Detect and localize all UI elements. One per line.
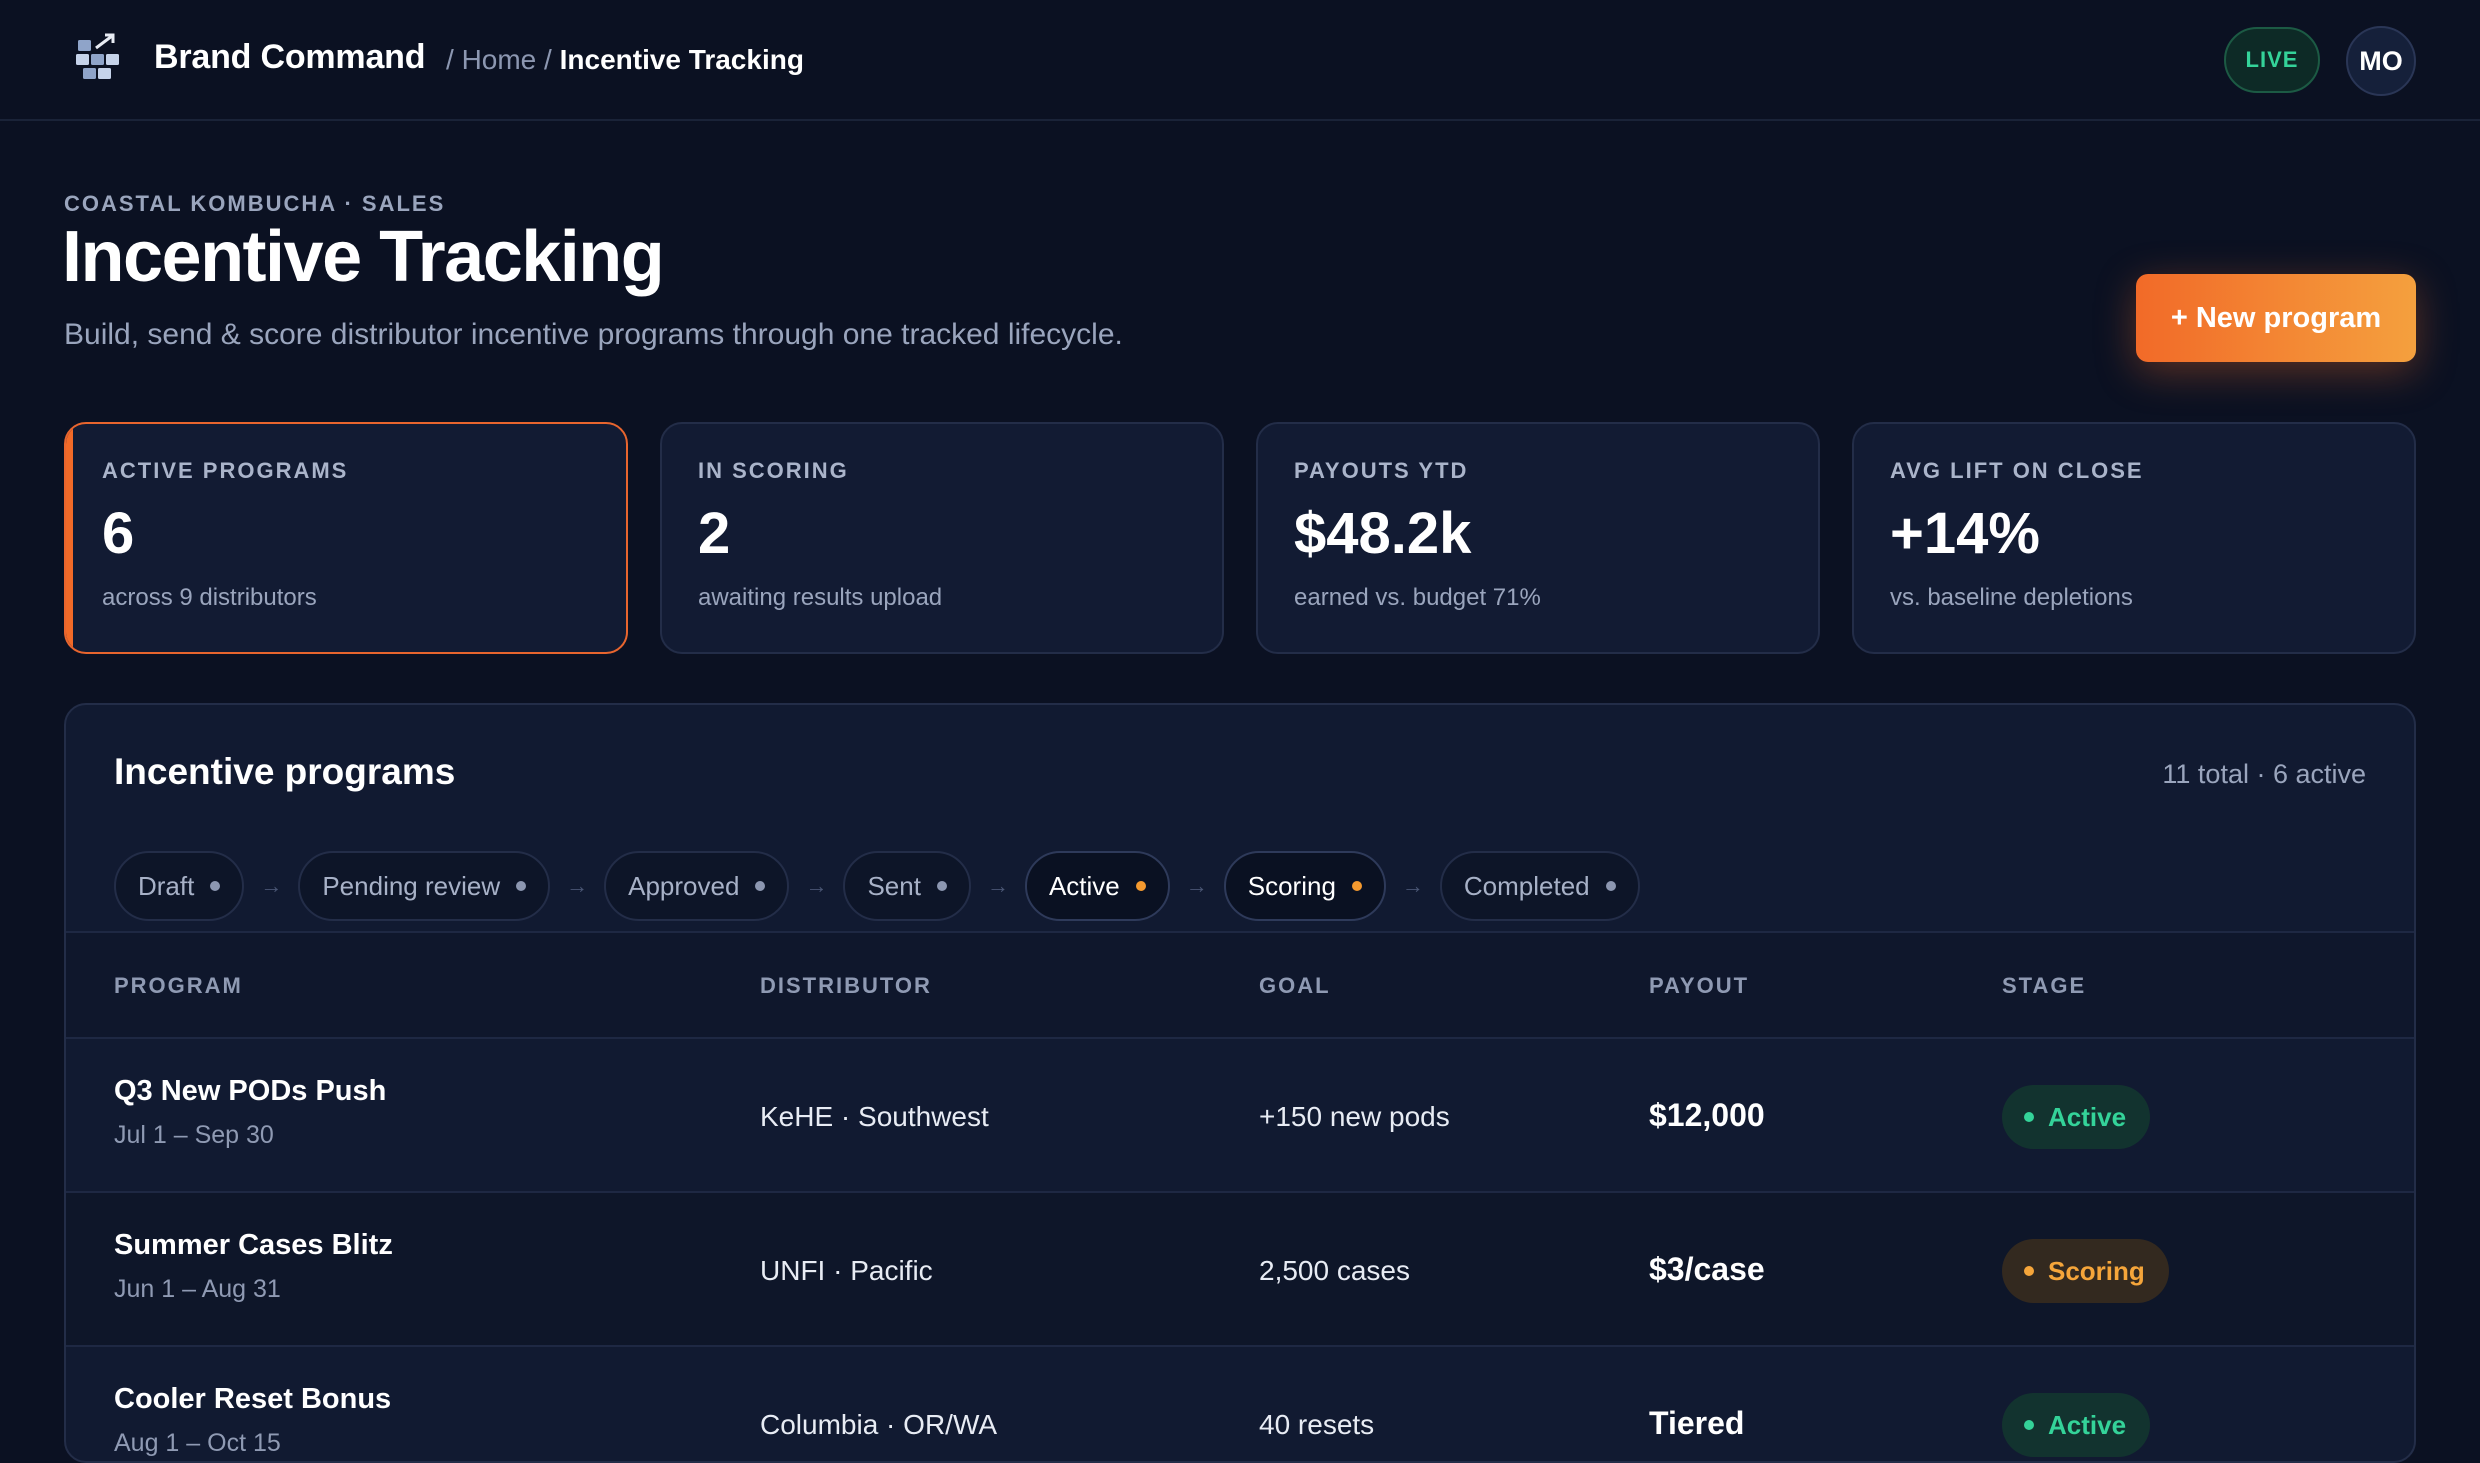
column-header-goal[interactable]: GOAL xyxy=(1259,973,1331,999)
status-dot-icon xyxy=(2024,1266,2034,1276)
column-header-payout[interactable]: PAYOUT xyxy=(1649,973,1749,999)
kpi-value: 6 xyxy=(102,501,135,566)
stage-dot-icon xyxy=(516,881,527,891)
kpi-subtext: vs. baseline depletions xyxy=(1890,584,2133,611)
kpi-subtext: across 9 distributors xyxy=(102,584,317,611)
arrow-right-icon: → xyxy=(260,873,283,898)
table-row[interactable]: Summer Cases Blitz Jun 1 – Aug 31 UNFI ·… xyxy=(66,1193,2414,1347)
stage-filter-scoring[interactable]: Scoring xyxy=(1223,851,1386,921)
stage-label: Completed xyxy=(1463,870,1590,901)
stage-badge-label: Active xyxy=(2048,1101,2127,1132)
page-title: Incentive Tracking xyxy=(62,217,665,297)
kpi-label: PAYOUTS YTD xyxy=(1294,458,1469,483)
column-header-distributor[interactable]: DISTRIBUTOR xyxy=(760,973,932,999)
kpi-card-avg-lift[interactable]: AVG LIFT ON CLOSE +14% vs. baseline depl… xyxy=(1852,422,2416,654)
breadcrumb: / Home / Incentive Tracking xyxy=(446,44,804,76)
stage-filter-completed[interactable]: Completed xyxy=(1439,851,1640,921)
user-avatar[interactable]: MO xyxy=(2346,26,2416,96)
table-row[interactable]: Q3 New PODs Push Jul 1 – Sep 30 KeHE · S… xyxy=(66,1039,2414,1193)
stage-dot-icon xyxy=(1351,881,1362,891)
breadcrumb-current: Incentive Tracking xyxy=(559,44,804,75)
kpi-subtext: awaiting results upload xyxy=(698,584,943,611)
program-name: Cooler Reset Bonus xyxy=(114,1383,392,1415)
kpi-label: IN SCORING xyxy=(698,458,849,483)
goal-cell: 40 resets xyxy=(1259,1409,1375,1440)
stage-badge: Scoring xyxy=(2002,1239,2169,1303)
stage-label: Sent xyxy=(867,870,921,901)
arrow-right-icon: → xyxy=(805,873,828,898)
breadcrumb-separator: / xyxy=(446,44,454,75)
live-status-badge: LIVE xyxy=(2224,27,2320,93)
table-row[interactable]: Cooler Reset Bonus Aug 1 – Oct 15 Columb… xyxy=(66,1347,2414,1461)
distributor-cell: UNFI · Pacific xyxy=(760,1255,933,1286)
stage-filter-draft[interactable]: Draft xyxy=(114,851,245,921)
brand-logo-icon[interactable] xyxy=(74,32,122,84)
top-bar: Brand Command / Home / Incentive Trackin… xyxy=(0,0,2480,121)
kpi-value: 2 xyxy=(698,501,731,566)
column-header-stage[interactable]: STAGE xyxy=(2002,973,2086,999)
arrow-right-icon: → xyxy=(1401,873,1424,898)
stage-badge: Active xyxy=(2002,1085,2151,1149)
stage-badge: Active xyxy=(2002,1393,2151,1457)
payout-cell: $12,000 xyxy=(1649,1097,1765,1133)
kpi-card-payouts-ytd[interactable]: PAYOUTS YTD $48.2k earned vs. budget 71% xyxy=(1256,422,1820,654)
kpi-card-in-scoring[interactable]: IN SCORING 2 awaiting results upload xyxy=(660,422,1224,654)
breadcrumb-home-link[interactable]: Home xyxy=(462,44,537,75)
panel-title: Incentive programs xyxy=(114,751,456,792)
goal-cell: 2,500 cases xyxy=(1259,1255,1410,1286)
stage-label: Approved xyxy=(628,870,740,901)
arrow-right-icon: → xyxy=(1185,873,1208,898)
stage-pipeline: Draft → Pending review → Approved → Sent… xyxy=(114,851,1640,921)
kpi-subtext: earned vs. budget 71% xyxy=(1294,584,1541,611)
page-eyebrow: COASTAL KOMBUCHA · SALES xyxy=(64,191,446,216)
breadcrumb-separator: / xyxy=(544,44,552,75)
new-program-button[interactable]: + New program xyxy=(2136,274,2416,362)
distributor-cell: Columbia · OR/WA xyxy=(760,1409,998,1440)
stage-badge-label: Scoring xyxy=(2048,1255,2145,1286)
status-dot-icon xyxy=(2024,1420,2034,1430)
stage-filter-active[interactable]: Active xyxy=(1024,851,1170,921)
stage-badge-label: Active xyxy=(2048,1409,2127,1440)
stage-label: Active xyxy=(1048,870,1120,901)
goal-cell: +150 new pods xyxy=(1259,1101,1450,1132)
incentive-programs-panel: Incentive programs 11 total · 6 active D… xyxy=(64,703,2416,1463)
column-header-program[interactable]: PROGRAM xyxy=(114,973,243,999)
stage-dot-icon xyxy=(936,881,947,891)
stage-filter-approved[interactable]: Approved xyxy=(604,851,790,921)
stage-dot-icon xyxy=(1135,881,1146,891)
kpi-card-active-programs[interactable]: ACTIVE PROGRAMS 6 across 9 distributors xyxy=(64,422,628,654)
table-header: PROGRAM DISTRIBUTOR GOAL PAYOUT STAGE xyxy=(66,931,2414,1039)
kpi-value: +14% xyxy=(1890,501,2040,566)
stage-dot-icon xyxy=(210,881,221,891)
stage-label: Scoring xyxy=(1247,870,1336,901)
stage-filter-pending-review[interactable]: Pending review xyxy=(298,851,551,921)
kpi-value: $48.2k xyxy=(1294,501,1472,566)
kpi-label: ACTIVE PROGRAMS xyxy=(102,458,349,483)
payout-cell: Tiered xyxy=(1649,1405,1745,1441)
program-count-summary: 11 total · 6 active xyxy=(2162,759,2366,789)
program-name: Q3 New PODs Push xyxy=(114,1075,387,1107)
brand-name[interactable]: Brand Command xyxy=(154,38,426,77)
arrow-right-icon: → xyxy=(566,873,589,898)
arrow-right-icon: → xyxy=(986,873,1009,898)
stage-dot-icon xyxy=(1605,881,1616,891)
program-dates: Aug 1 – Oct 15 xyxy=(114,1429,281,1457)
kpi-label: AVG LIFT ON CLOSE xyxy=(1890,458,2144,483)
stage-label: Draft xyxy=(138,870,195,901)
program-dates: Jun 1 – Aug 31 xyxy=(114,1275,281,1303)
stage-dot-icon xyxy=(755,881,766,891)
payout-cell: $3/case xyxy=(1649,1251,1765,1287)
page-subtitle: Build, send & score distributor incentiv… xyxy=(64,318,1123,351)
status-dot-icon xyxy=(2024,1112,2034,1122)
stage-label: Pending review xyxy=(322,870,501,901)
program-name: Summer Cases Blitz xyxy=(114,1229,393,1261)
program-dates: Jul 1 – Sep 30 xyxy=(114,1121,274,1149)
stage-filter-sent[interactable]: Sent xyxy=(843,851,971,921)
distributor-cell: KeHE · Southwest xyxy=(760,1101,989,1132)
